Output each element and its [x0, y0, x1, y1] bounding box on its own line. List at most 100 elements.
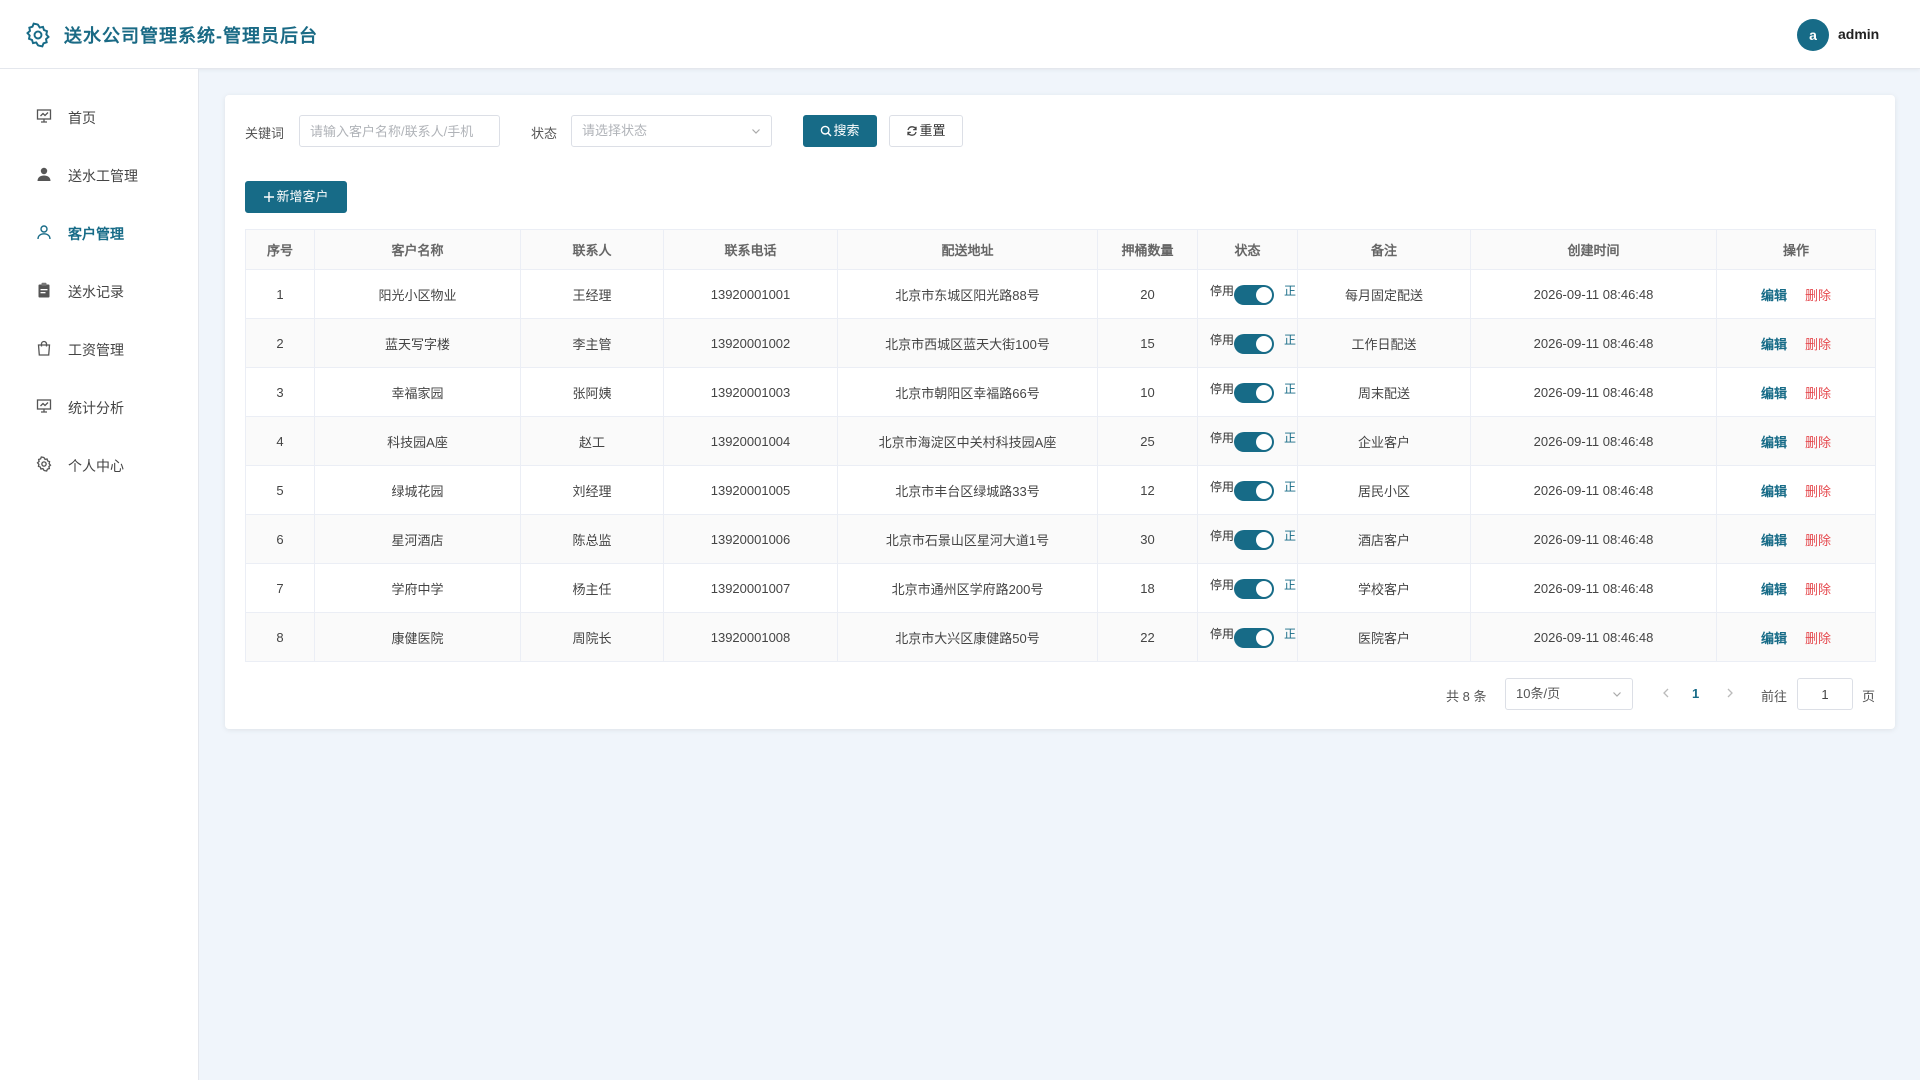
page-size-value: 10条/页 [1516, 686, 1561, 701]
status-toggle[interactable] [1234, 383, 1274, 403]
table-row: 1 阳光小区物业 王经理 13920001001 北京市东城区阳光路88号 20… [245, 269, 1876, 319]
toggle-knob [1256, 434, 1272, 450]
cell-created: 2026-09-11 08:46:48 [1470, 612, 1717, 662]
cell-phone: 13920001001 [663, 269, 838, 319]
cell-no: 4 [245, 416, 315, 466]
sidebar-item-home[interactable]: 首页 [0, 96, 198, 136]
status-toggle[interactable] [1234, 285, 1274, 305]
sidebar-item-label: 个人中心 [68, 458, 124, 474]
goto-page-input[interactable] [1797, 678, 1853, 710]
delete-button[interactable]: 删除 [1805, 435, 1831, 450]
page-size-select[interactable]: 10条/页 [1505, 678, 1633, 710]
status-on-label: 正常 [1284, 529, 1297, 543]
cell-phone: 13920001008 [663, 612, 838, 662]
edit-button[interactable]: 编辑 [1761, 386, 1787, 401]
sidebar-item-workers[interactable]: 送水工管理 [0, 154, 198, 194]
table-row: 2 蓝天写字楼 李主管 13920001002 北京市西城区蓝天大街100号 1… [245, 318, 1876, 368]
cell-remark: 医院客户 [1297, 612, 1471, 662]
cell-status: 停用 正常 [1197, 563, 1298, 613]
status-toggle[interactable] [1234, 334, 1274, 354]
status-toggle[interactable] [1234, 481, 1274, 501]
column-header-no: 序号 [245, 229, 315, 270]
cell-created: 2026-09-11 08:46:48 [1470, 318, 1717, 368]
sidebar-item-salary[interactable]: 工资管理 [0, 328, 198, 368]
add-customer-button[interactable]: 新增客户 [245, 181, 347, 213]
cell-contact: 李主管 [520, 318, 664, 368]
edit-button[interactable]: 编辑 [1761, 435, 1787, 450]
delete-button[interactable]: 删除 [1805, 386, 1831, 401]
cell-remark: 企业客户 [1297, 416, 1471, 466]
delete-button[interactable]: 删除 [1805, 484, 1831, 499]
status-off-label: 停用 [1210, 480, 1235, 494]
status-on-label: 正常 [1284, 627, 1297, 641]
column-header-remark: 备注 [1297, 229, 1471, 270]
cell-created: 2026-09-11 08:46:48 [1470, 514, 1717, 564]
cell-address: 北京市石景山区星河大道1号 [837, 514, 1098, 564]
cell-name: 绿城花园 [314, 465, 521, 515]
status-toggle[interactable] [1234, 530, 1274, 550]
cell-phone: 13920001005 [663, 465, 838, 515]
delete-button[interactable]: 删除 [1805, 288, 1831, 303]
status-on-label: 正常 [1284, 480, 1297, 494]
delete-button[interactable]: 删除 [1805, 582, 1831, 597]
edit-button[interactable]: 编辑 [1761, 631, 1787, 646]
chevron-right-icon[interactable] [1722, 685, 1738, 701]
cell-status: 停用 正常 [1197, 367, 1298, 417]
status-on-label: 正常 [1284, 431, 1297, 445]
sidebar-item-label: 工资管理 [68, 342, 124, 358]
chevron-left-icon[interactable] [1658, 685, 1674, 701]
sidebar-item-label: 首页 [68, 110, 96, 126]
cell-buckets: 25 [1097, 416, 1198, 466]
page-unit-label: 页 [1862, 689, 1876, 704]
edit-button[interactable]: 编辑 [1761, 337, 1787, 352]
cell-name: 科技园A座 [314, 416, 521, 466]
column-header-address: 配送地址 [837, 229, 1098, 270]
cell-contact: 杨主任 [520, 563, 664, 613]
delete-button[interactable]: 删除 [1805, 337, 1831, 352]
avatar[interactable]: a [1797, 19, 1829, 51]
sidebar-item-delivery-records[interactable]: 送水记录 [0, 270, 198, 310]
status-toggle[interactable] [1234, 432, 1274, 452]
cell-remark: 每月固定配送 [1297, 269, 1471, 319]
cell-contact: 王经理 [520, 269, 664, 319]
cell-no: 8 [245, 612, 315, 662]
status-off-label: 停用 [1210, 578, 1235, 592]
search-button-label: 搜索 [833, 123, 860, 138]
sidebar-item-profile[interactable]: 个人中心 [0, 444, 198, 484]
cell-name: 学府中学 [314, 563, 521, 613]
cell-buckets: 18 [1097, 563, 1198, 613]
cell-buckets: 10 [1097, 367, 1198, 417]
edit-button[interactable]: 编辑 [1761, 582, 1787, 597]
cell-phone: 13920001004 [663, 416, 838, 466]
reset-button[interactable]: 重置 [889, 115, 963, 147]
chevron-down-icon [1613, 692, 1621, 697]
cell-status: 停用 正常 [1197, 465, 1298, 515]
edit-button[interactable]: 编辑 [1761, 288, 1787, 303]
status-toggle[interactable] [1234, 579, 1274, 599]
column-header-phone: 联系电话 [663, 229, 838, 270]
cell-name: 星河酒店 [314, 514, 521, 564]
delete-button[interactable]: 删除 [1805, 533, 1831, 548]
edit-button[interactable]: 编辑 [1761, 533, 1787, 548]
username[interactable]: admin [1838, 26, 1879, 42]
toggle-knob [1256, 483, 1272, 499]
table-row: 7 学府中学 杨主任 13920001007 北京市通州区学府路200号 18 … [245, 563, 1876, 613]
cell-name: 阳光小区物业 [314, 269, 521, 319]
status-select[interactable]: 请选择状态 [571, 115, 772, 147]
keyword-input[interactable] [299, 115, 500, 147]
page-number-current[interactable]: 1 [1692, 686, 1699, 701]
cell-no: 1 [245, 269, 315, 319]
clipboard-icon [38, 282, 50, 298]
cell-buckets: 15 [1097, 318, 1198, 368]
cell-actions: 编辑 删除 [1716, 514, 1876, 564]
delete-button[interactable]: 删除 [1805, 631, 1831, 646]
status-toggle[interactable] [1234, 628, 1274, 648]
sidebar-item-customers[interactable]: 客户管理 [0, 212, 198, 252]
cell-phone: 13920001006 [663, 514, 838, 564]
edit-button[interactable]: 编辑 [1761, 484, 1787, 499]
sidebar-item-label: 送水工管理 [68, 168, 138, 184]
cell-phone: 13920001007 [663, 563, 838, 613]
sidebar-item-statistics[interactable]: 统计分析 [0, 386, 198, 426]
toggle-knob [1256, 581, 1272, 597]
search-button[interactable]: 搜索 [803, 115, 877, 147]
